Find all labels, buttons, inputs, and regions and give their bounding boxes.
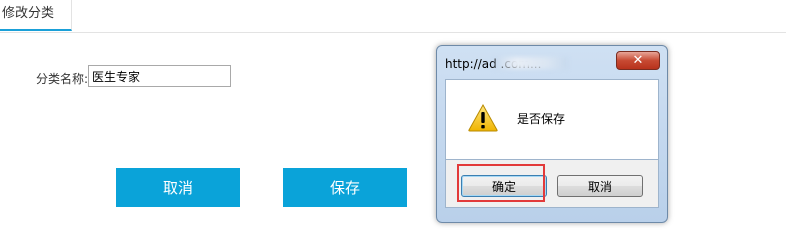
dialog-cancel-button[interactable]: 取消 [557,175,643,197]
tab-bar: 修改分类 [0,0,786,33]
category-name-input[interactable] [88,65,231,87]
category-name-label: 分类名称: [36,72,89,86]
tab-edit-category[interactable]: 修改分类 [0,0,72,31]
dialog-body: 是否保存 [445,79,659,160]
cancel-button[interactable]: 取消 [116,168,240,207]
warning-icon [468,104,498,132]
url-blur-mask [494,57,568,69]
dialog-message: 是否保存 [517,112,566,126]
ok-button-highlight [457,164,545,202]
dialog-close-button[interactable]: ✕ [616,51,660,70]
save-button[interactable]: 保存 [283,168,407,207]
close-icon: ✕ [632,53,644,68]
